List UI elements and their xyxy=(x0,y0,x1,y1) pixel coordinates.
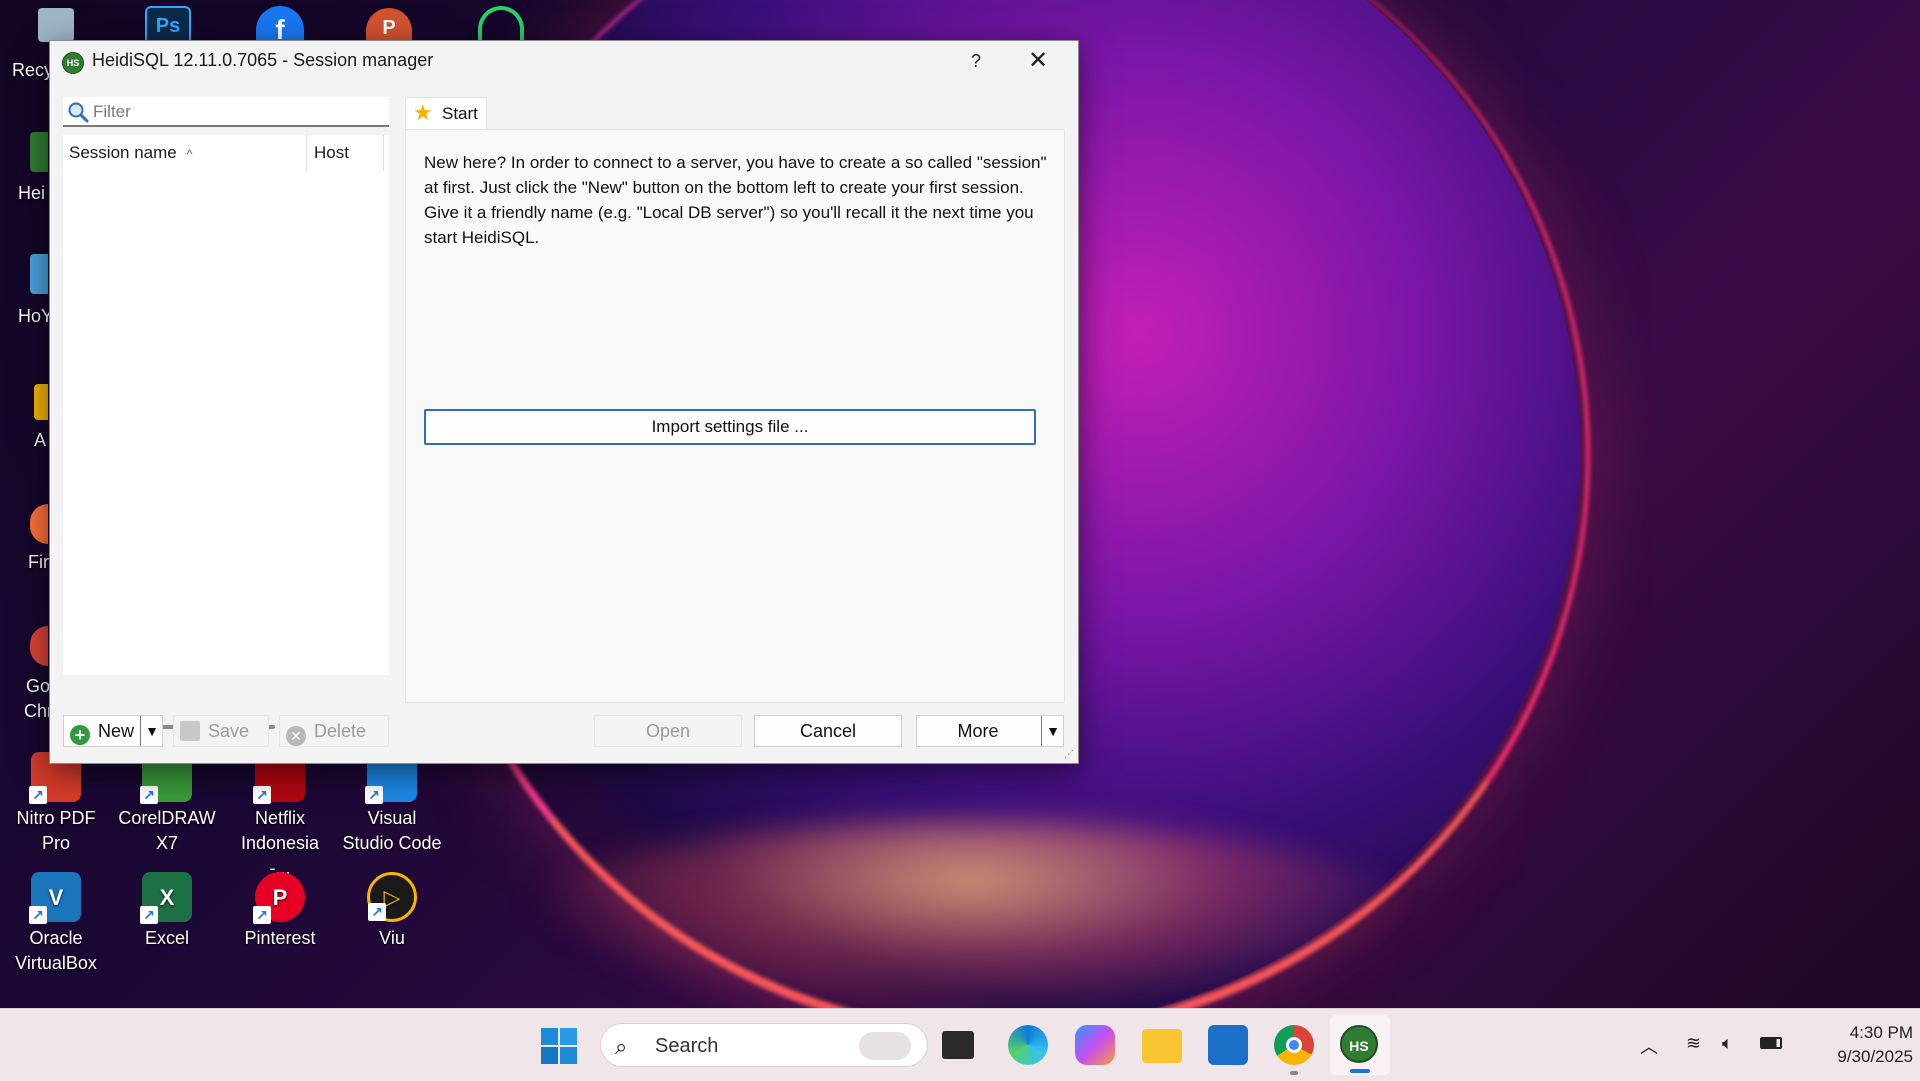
clock-time: 4:30 PM xyxy=(1849,1023,1913,1042)
delete-button-label: Delete xyxy=(314,721,367,741)
tab-bar: ★ Start xyxy=(405,97,1065,129)
window-title: HeidiSQL 12.11.0.7065 - Session manager xyxy=(92,50,434,70)
column-header-session-name[interactable]: Session name ^ xyxy=(63,135,307,171)
open-button[interactable]: Open xyxy=(594,715,742,747)
new-button[interactable]: + New ▼ xyxy=(63,715,163,747)
new-button-label: New xyxy=(98,721,135,741)
more-button[interactable]: More ▼ xyxy=(916,715,1064,747)
desktop-icon-label: Oracle VirtualBox xyxy=(15,928,97,973)
desktop-icon-excel[interactable]: X ↗ Excel xyxy=(115,872,219,951)
close-button[interactable]: ✕ xyxy=(1015,45,1061,77)
start-panel: New here? In order to connect to a serve… xyxy=(405,129,1065,703)
recycle-bin-icon[interactable] xyxy=(38,8,74,42)
save-button[interactable]: Save xyxy=(173,715,269,747)
desktop-label-partial[interactable]: Go xyxy=(26,676,50,697)
delete-x-icon: ✕ xyxy=(286,726,306,746)
title-bar[interactable]: HS HeidiSQL 12.11.0.7065 - Session manag… xyxy=(50,41,1078,81)
heidisql-desktop-icon[interactable] xyxy=(30,132,48,172)
desktop-icon-label: Nitro PDF Pro xyxy=(16,808,96,853)
heidisql-app-icon: HS xyxy=(62,52,84,74)
intro-text: New here? In order to connect to a serve… xyxy=(424,153,1047,247)
tab-start[interactable]: ★ Start xyxy=(405,97,487,129)
powerpoint-icon[interactable]: P xyxy=(366,8,412,44)
task-view-icon[interactable] xyxy=(942,1031,974,1059)
virtualbox-icon: V ↗ xyxy=(29,872,81,924)
chrome-running-indicator xyxy=(1290,1071,1298,1075)
desktop-label-partial[interactable]: Hei xyxy=(18,183,45,204)
help-button[interactable]: ? xyxy=(956,47,996,75)
heidisql-taskbar-icon: HS xyxy=(1340,1025,1378,1063)
desktop-icon-label: Netflix Indonesia -... xyxy=(240,808,320,878)
desktop-label-partial[interactable]: Recy xyxy=(12,60,53,81)
search-highlight-icon xyxy=(859,1032,911,1060)
edge-icon[interactable] xyxy=(1008,1025,1048,1065)
desktop-icon-coreldraw[interactable]: ↗ CorelDRAW X7 xyxy=(115,752,219,856)
resize-grip-icon[interactable]: ⋰ xyxy=(1064,749,1076,761)
desktop-label-partial[interactable]: Fir xyxy=(28,552,49,573)
desktop-icon-label: CorelDRAW X7 xyxy=(118,808,216,853)
wifi-icon[interactable]: ≋ xyxy=(1686,1033,1701,1054)
more-button-label: More xyxy=(957,721,999,741)
desktop-icon-label: Excel xyxy=(144,928,189,948)
active-app-indicator xyxy=(1350,1069,1370,1073)
chrome-icon[interactable] xyxy=(1274,1025,1314,1065)
desktop-icon-viu[interactable]: ▷ ↗ Viu xyxy=(340,872,444,951)
floppy-disk-icon xyxy=(180,721,200,741)
viu-icon: ▷ ↗ xyxy=(367,872,417,922)
desktop-icon-label: Pinterest xyxy=(244,928,316,948)
import-settings-button[interactable]: Import settings file ... xyxy=(424,409,1036,445)
save-button-label: Save xyxy=(208,721,250,741)
column-header-host[interactable]: Host xyxy=(308,135,384,171)
sort-ascending-icon: ^ xyxy=(186,147,193,161)
delete-button[interactable]: ✕ Delete xyxy=(279,715,389,747)
taskbar-search-label: Search xyxy=(655,1035,719,1057)
desktop-icon-vscode[interactable]: ↗ Visual Studio Code xyxy=(340,752,444,856)
chrome-center-icon xyxy=(1286,1037,1302,1053)
desktop-icon-label: Viu xyxy=(379,928,405,948)
column-header-label: Session name xyxy=(69,143,177,162)
session-list[interactable]: Session name ^ Host xyxy=(63,135,389,729)
desktop-label-partial[interactable]: HoY xyxy=(18,306,53,327)
windows-logo-icon xyxy=(541,1028,577,1064)
microsoft-store-icon[interactable] xyxy=(1208,1025,1248,1065)
search-icon: ⌕ xyxy=(615,1034,628,1059)
file-explorer-icon[interactable] xyxy=(1142,1029,1182,1063)
filter-input[interactable] xyxy=(91,100,385,124)
chrome-desktop-icon[interactable] xyxy=(30,626,48,666)
heidisql-taskbar-button[interactable]: HS xyxy=(1330,1015,1390,1075)
session-list-header: Session name ^ Host xyxy=(63,135,389,172)
session-manager-window: HS HeidiSQL 12.11.0.7065 - Session manag… xyxy=(49,40,1079,764)
tab-label: Start xyxy=(442,104,478,123)
desktop-icon-pinterest[interactable]: P ↗ Pinterest xyxy=(228,872,332,951)
plus-icon: + xyxy=(70,725,90,745)
new-dropdown-arrow-icon[interactable]: ▼ xyxy=(140,716,163,746)
excel-icon: X ↗ xyxy=(140,872,192,924)
taskbar-clock[interactable]: 4:30 PM 9/30/2025 xyxy=(1805,1021,1913,1069)
taskbar: ⌕ Search HS ︿ ≋ 🔈︎ 4:30 PM 9/30/2025 xyxy=(0,1008,1920,1081)
battery-icon[interactable] xyxy=(1760,1037,1782,1049)
cancel-button[interactable]: Cancel xyxy=(754,715,902,747)
volume-icon[interactable]: 🔈︎ xyxy=(1722,1033,1733,1054)
pinterest-icon: P ↗ xyxy=(253,872,305,924)
clock-date: 9/30/2025 xyxy=(1837,1047,1913,1066)
desktop-icon-netflix[interactable]: ↗ Netflix Indonesia -... xyxy=(228,752,332,881)
hoyoverse-icon[interactable] xyxy=(30,254,48,294)
more-dropdown-arrow-icon[interactable]: ▼ xyxy=(1041,716,1064,746)
show-hidden-icons-chevron-icon[interactable]: ︿ xyxy=(1640,1033,1658,1059)
taskbar-search-box[interactable]: ⌕ Search xyxy=(600,1023,928,1067)
column-header-label: Host xyxy=(314,143,349,162)
app-icon-partial[interactable] xyxy=(34,384,48,420)
desktop-label-partial[interactable]: A xyxy=(34,430,46,451)
desktop-icon-virtualbox[interactable]: V ↗ Oracle VirtualBox xyxy=(4,872,108,976)
desktop-icon-nitro-pdf[interactable]: ↗ Nitro PDF Pro xyxy=(4,752,108,856)
wallpaper-glow xyxy=(520,820,1420,1008)
copilot-icon[interactable] xyxy=(1075,1025,1115,1065)
filter-box[interactable] xyxy=(63,97,389,127)
desktop-icon-label: Visual Studio Code xyxy=(342,808,442,853)
star-icon: ★ xyxy=(413,100,433,125)
search-icon xyxy=(68,102,89,123)
firefox-icon[interactable] xyxy=(30,504,48,544)
start-button[interactable] xyxy=(540,1027,578,1065)
